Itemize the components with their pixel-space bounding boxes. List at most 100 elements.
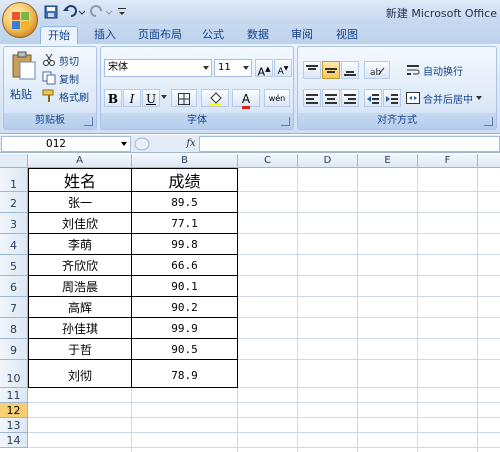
formula-bar-controls: fx	[134, 136, 200, 152]
tab-data[interactable]: 数据	[243, 26, 273, 44]
column-header-e[interactable]: E	[358, 154, 418, 168]
tab-page-layout[interactable]: 页面布局	[133, 26, 187, 44]
save-icon[interactable]	[44, 5, 58, 19]
underline-button[interactable]: U	[142, 89, 160, 107]
font-size-value: 11	[218, 62, 231, 73]
bold-button[interactable]: B	[104, 89, 122, 107]
undo-icon[interactable]	[63, 5, 86, 19]
shrink-font-button[interactable]: A▼	[274, 59, 292, 77]
header-cell-score[interactable]: 成绩	[132, 170, 237, 191]
column-header-c[interactable]: C	[238, 154, 298, 168]
column-header-b[interactable]: B	[132, 154, 238, 168]
name-cell[interactable]: 于哲	[29, 339, 131, 359]
wrap-text-label: 自动换行	[423, 66, 463, 78]
format-painter-button[interactable]: 格式刷	[42, 87, 89, 105]
score-cell[interactable]: 90.1	[132, 276, 237, 296]
customize-qat-icon[interactable]	[117, 5, 127, 19]
score-cell[interactable]: 90.2	[132, 297, 237, 317]
select-all-corner[interactable]	[0, 154, 28, 168]
name-cell[interactable]: 孙佳琪	[29, 318, 131, 338]
font-size-select[interactable]: 11	[214, 59, 252, 77]
redo-icon[interactable]	[90, 5, 113, 19]
paste-icon	[12, 51, 36, 80]
alignment-dialog-launcher[interactable]	[484, 117, 493, 126]
name-box[interactable]: O12	[1, 136, 131, 152]
header-cell-name[interactable]: 姓名	[29, 170, 131, 191]
row-header-6[interactable]: 6	[0, 276, 28, 297]
row-header-14[interactable]: 14	[0, 433, 28, 448]
font-group-label: 字体	[101, 113, 293, 129]
name-cell[interactable]: 李萌	[29, 234, 131, 254]
name-cell[interactable]: 刘佳欣	[29, 213, 131, 233]
score-cell[interactable]: 78.9	[132, 360, 237, 387]
row-header-12-selected[interactable]: 12	[0, 403, 28, 418]
paint-bucket-icon	[209, 92, 222, 106]
align-right-button[interactable]	[341, 89, 359, 107]
align-left-button[interactable]	[303, 89, 321, 107]
column-header-g[interactable]	[478, 154, 500, 168]
column-header-a[interactable]: A	[28, 154, 132, 168]
row-header-8[interactable]: 8	[0, 318, 28, 339]
insert-function-button[interactable]: fx	[183, 136, 199, 152]
row-header-7[interactable]: 7	[0, 297, 28, 318]
merge-center-button[interactable]: 合并后居中	[406, 89, 482, 107]
decrease-indent-button[interactable]	[364, 89, 382, 107]
name-cell[interactable]: 刘彻	[29, 360, 131, 387]
fill-color-button[interactable]	[201, 89, 229, 107]
borders-button[interactable]	[171, 89, 197, 107]
tab-formulas[interactable]: 公式	[198, 26, 228, 44]
paste-button[interactable]: 粘贴	[8, 50, 38, 108]
name-cell[interactable]: 周浩晨	[29, 276, 131, 296]
tab-home[interactable]: 开始	[40, 26, 78, 44]
wrap-text-button[interactable]: 自动换行	[406, 61, 463, 79]
formula-input[interactable]	[199, 136, 500, 152]
column-header-d[interactable]: D	[298, 154, 358, 168]
row-header-10[interactable]: 10	[0, 360, 28, 388]
underline-dropdown-icon[interactable]	[161, 95, 167, 99]
row-header-5[interactable]: 5	[0, 255, 28, 276]
worksheet-grid[interactable]: A B C D E F 1 2 3 4 5 6 7 8 9 10 11 12 1…	[0, 154, 500, 452]
row-header-4[interactable]: 4	[0, 234, 28, 255]
alignment-group: ab 自动换行 合并后居中 对齐方式	[297, 46, 497, 130]
tab-view[interactable]: 视图	[332, 26, 362, 44]
increase-indent-button[interactable]	[383, 89, 401, 107]
align-top-button[interactable]	[303, 61, 321, 79]
row-header-13[interactable]: 13	[0, 418, 28, 433]
column-header-f[interactable]: F	[418, 154, 478, 168]
row-header-3[interactable]: 3	[0, 213, 28, 234]
score-cell[interactable]: 99.9	[132, 318, 237, 338]
grow-font-button[interactable]: A▲	[255, 59, 273, 79]
cut-button[interactable]: 剪切	[42, 51, 79, 69]
row-header-11[interactable]: 11	[0, 388, 28, 403]
row-header-9[interactable]: 9	[0, 339, 28, 360]
align-bottom-button[interactable]	[341, 61, 359, 79]
font-name-select[interactable]: 宋体	[104, 59, 212, 77]
expand-formula-icon[interactable]	[134, 136, 150, 152]
score-cell[interactable]: 89.5	[132, 192, 237, 212]
row-header-2[interactable]: 2	[0, 192, 28, 213]
tab-insert[interactable]: 插入	[88, 26, 122, 44]
clipboard-dialog-launcher[interactable]	[84, 117, 93, 126]
align-top-icon	[306, 65, 318, 70]
name-cell[interactable]: 高辉	[29, 297, 131, 317]
align-center-button[interactable]	[322, 89, 340, 107]
row-header-1[interactable]: 1	[0, 168, 28, 192]
score-cell[interactable]: 77.1	[132, 213, 237, 233]
score-cell[interactable]: 99.8	[132, 234, 237, 254]
copy-button[interactable]: 复制	[42, 69, 79, 87]
phonetic-button[interactable]: wén	[264, 89, 290, 107]
score-cell[interactable]: 66.6	[132, 255, 237, 275]
format-painter-label: 格式刷	[59, 92, 89, 104]
chevron-down-icon	[243, 66, 249, 70]
font-color-button[interactable]: A	[232, 89, 260, 109]
font-dialog-launcher[interactable]	[281, 117, 290, 126]
office-button[interactable]	[2, 2, 38, 38]
name-cell[interactable]: 齐欣欣	[29, 255, 131, 275]
name-cell[interactable]: 张一	[29, 192, 131, 212]
italic-button[interactable]: I	[123, 89, 141, 107]
borders-icon	[178, 93, 190, 105]
orientation-button[interactable]: ab	[364, 61, 390, 79]
score-cell[interactable]: 90.5	[132, 339, 237, 359]
align-middle-button[interactable]	[322, 61, 340, 79]
tab-review[interactable]: 审阅	[287, 26, 317, 44]
